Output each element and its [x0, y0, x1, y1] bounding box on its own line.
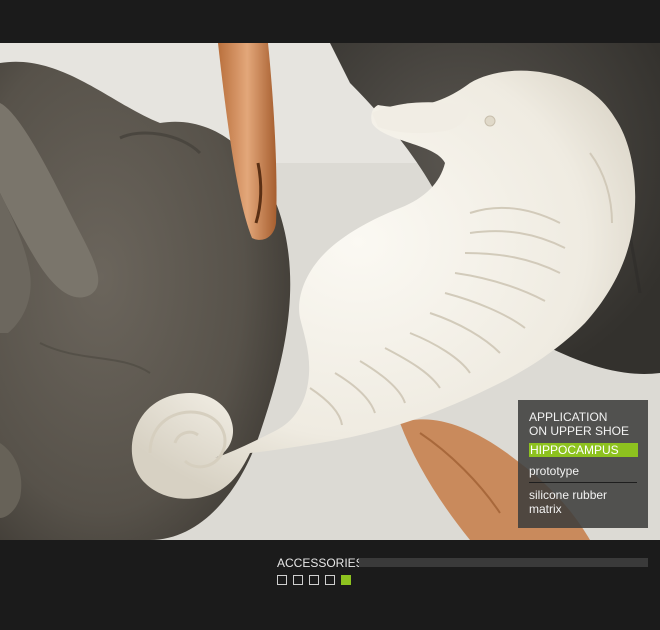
info-title-line-1: APPLICATION	[529, 410, 608, 424]
top-bar	[0, 0, 660, 43]
pager-dot-4[interactable]	[325, 575, 335, 585]
info-description-line-2: matrix	[529, 502, 562, 516]
section-progress-fill	[359, 558, 648, 567]
info-title: APPLICATION ON UPPER SHOE	[529, 410, 644, 438]
pager-dot-5[interactable]	[341, 575, 351, 585]
section-progress-track	[359, 558, 648, 567]
info-divider	[529, 482, 637, 483]
info-description-line-1: silicone rubber	[529, 488, 608, 502]
section-label[interactable]: ACCESSORIES	[277, 556, 364, 570]
info-panel: APPLICATION ON UPPER SHOE HIPPOCAMPUS pr…	[518, 400, 648, 528]
gallery-pager	[277, 575, 351, 585]
info-title-line-2: ON UPPER SHOE	[529, 424, 630, 438]
info-description: silicone rubber matrix	[529, 488, 644, 516]
product-name-highlight: HIPPOCAMPUS	[529, 443, 638, 457]
pager-dot-1[interactable]	[277, 575, 287, 585]
info-subtitle: prototype	[529, 464, 580, 478]
pager-dot-3[interactable]	[309, 575, 319, 585]
footer-bar: ACCESSORIES	[0, 540, 660, 630]
page: APPLICATION ON UPPER SHOE HIPPOCAMPUS pr…	[0, 0, 660, 630]
pager-dot-2[interactable]	[293, 575, 303, 585]
